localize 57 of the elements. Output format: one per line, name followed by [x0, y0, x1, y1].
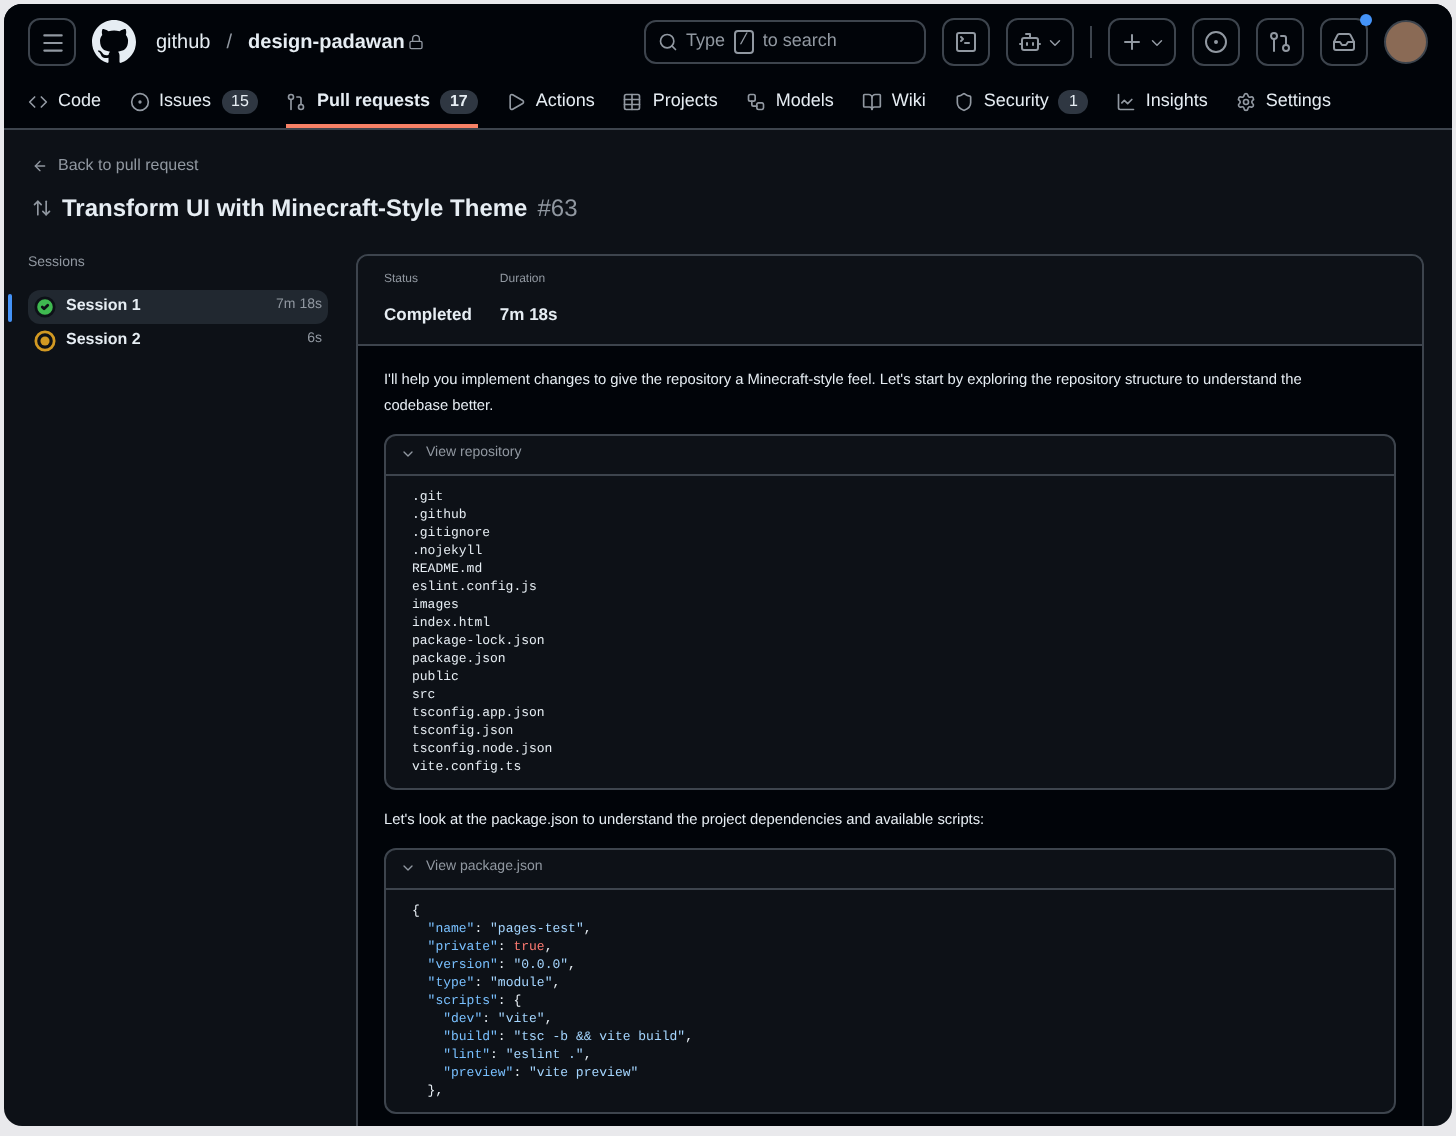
keyboard-key: /: [733, 30, 755, 54]
issue-icon: [1204, 30, 1228, 54]
owner-link[interactable]: github: [156, 27, 211, 57]
shield-icon: [953, 92, 974, 112]
field-value: Completed: [384, 302, 472, 328]
search-placeholder: to search: [762, 28, 837, 55]
repo-link[interactable]: design-padawan: [248, 27, 405, 57]
back-link[interactable]: Back to pull request: [32, 154, 1424, 178]
create-button[interactable]: [1108, 18, 1176, 66]
path-separator: /: [226, 29, 233, 57]
plus-icon: [1119, 30, 1143, 54]
pull-requests-button[interactable]: [1256, 18, 1304, 66]
arrow-left-icon: [32, 158, 48, 174]
branch-icon: [745, 92, 766, 112]
nav-tab[interactable]: Models: [745, 80, 834, 128]
settings-icon: [1235, 92, 1256, 112]
search-field[interactable]: Type / to search: [644, 20, 926, 64]
graph-icon: [1115, 92, 1136, 112]
count-badge: 1: [1058, 90, 1088, 114]
robot-icon: [1017, 30, 1041, 54]
nav-tab[interactable]: Code: [28, 80, 102, 128]
avatar[interactable]: [1384, 20, 1428, 64]
search-icon: [658, 32, 678, 52]
count-badge: 17: [439, 90, 478, 114]
pull-request-number: #63: [537, 192, 578, 226]
nav-tab[interactable]: Pull requests 17: [286, 80, 478, 128]
command-palette-button[interactable]: [942, 18, 990, 66]
nav-tab[interactable]: Wiki: [861, 80, 926, 128]
lock-icon: [408, 34, 425, 50]
issues-button[interactable]: [1192, 18, 1240, 66]
pull-request-icon: [286, 92, 307, 112]
nav-tab[interactable]: Settings: [1235, 80, 1331, 128]
menu-button[interactable]: [28, 18, 76, 66]
copilot-button[interactable]: [1006, 18, 1074, 66]
issue-icon: [129, 92, 150, 112]
terminal-icon: [954, 30, 978, 54]
inbox-icon: [1332, 30, 1356, 54]
session-name: Session 1: [66, 294, 141, 318]
nav-tab[interactable]: Issues 15: [129, 80, 259, 128]
sort-arrows-icon: [32, 198, 52, 218]
menu-icon: [39, 29, 65, 55]
search-placeholder: Type: [686, 28, 726, 55]
book-icon: [861, 92, 882, 112]
code-icon: [28, 92, 48, 112]
session-name: Session 2: [66, 328, 141, 352]
page-title: Transform UI with Minecraft-Style Theme: [62, 192, 528, 226]
field-value: 7m 18s: [499, 302, 558, 328]
selected-indicator: [8, 293, 12, 321]
play-icon: [505, 92, 526, 112]
github-logo-icon[interactable]: [92, 20, 136, 64]
nav-tab[interactable]: Projects: [622, 80, 718, 128]
count-badge: 15: [221, 90, 259, 114]
nav-tab[interactable]: Insights: [1115, 80, 1208, 128]
pull-request-icon: [1268, 30, 1292, 54]
nav-tab[interactable]: Actions: [505, 80, 595, 128]
nav-tab[interactable]: Security 1: [953, 80, 1088, 128]
table-icon: [622, 92, 643, 112]
